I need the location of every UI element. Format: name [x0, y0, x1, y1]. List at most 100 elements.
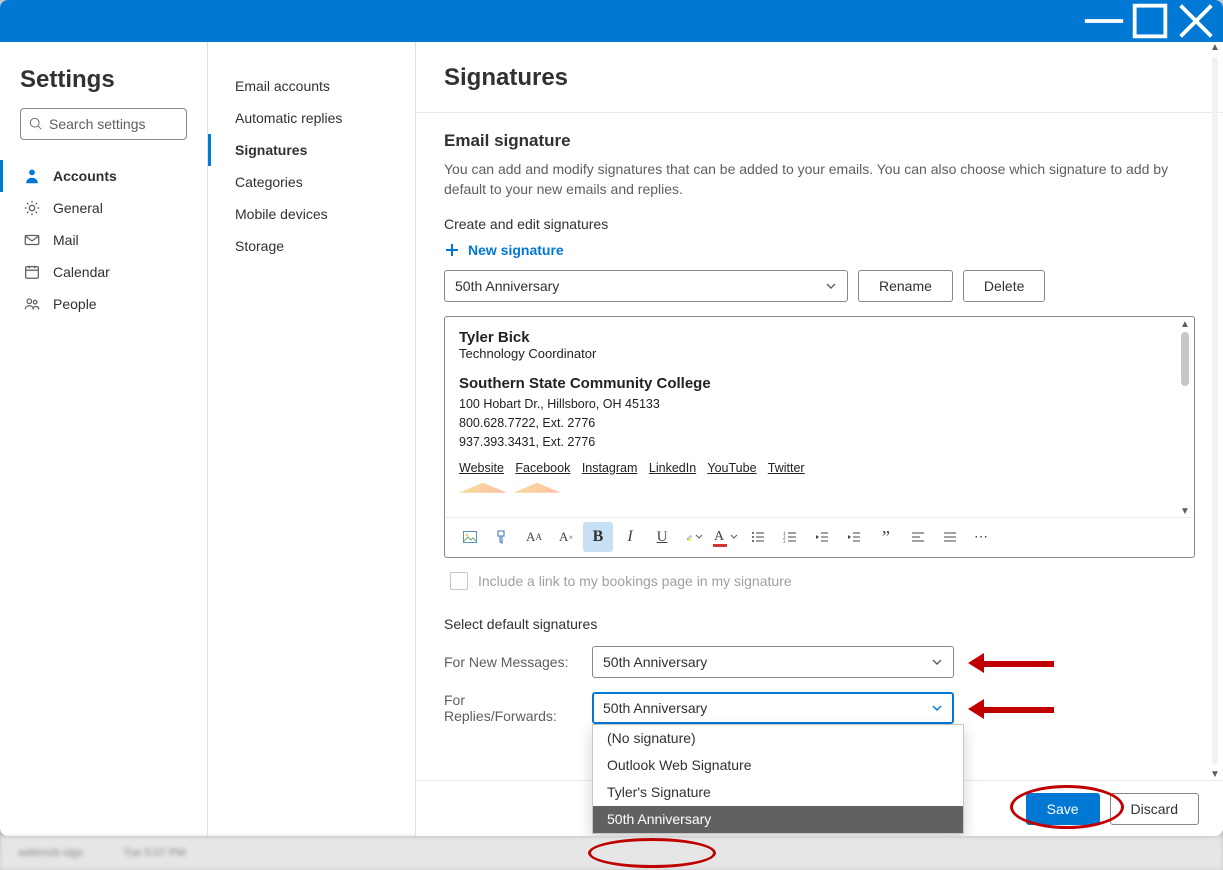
subnav-email-accounts[interactable]: Email accounts	[208, 70, 415, 102]
rename-button[interactable]: Rename	[858, 270, 953, 302]
checkbox-label: Include a link to my bookings page in my…	[478, 573, 792, 589]
sig-org: Southern State Community College	[459, 375, 1180, 392]
replies-dropdown-menu: (No signature) Outlook Web Signature Tyl…	[592, 724, 964, 834]
checkbox[interactable]	[450, 572, 468, 590]
nav-label: People	[53, 296, 97, 312]
align-justify-icon[interactable]	[935, 522, 965, 552]
replies-forwards-label: For Replies/Forwards:	[444, 692, 578, 724]
annotation-arrow	[968, 653, 1054, 671]
nav-label: General	[53, 200, 103, 216]
numbering-icon[interactable]: 123	[775, 522, 805, 552]
search-icon	[29, 117, 43, 131]
bullets-icon[interactable]	[743, 522, 773, 552]
format-toolbar: AA A× B I U A 123 ” ⋯	[445, 517, 1194, 557]
nav-general[interactable]: General	[0, 192, 207, 224]
people-icon	[23, 295, 41, 313]
svg-text:3: 3	[783, 540, 786, 545]
sig-link[interactable]: Website	[459, 461, 504, 475]
indent-icon[interactable]	[839, 522, 869, 552]
sig-name: Tyler Bick	[459, 329, 1180, 346]
signature-editor[interactable]: Tyler Bick Technology Coordinator Southe…	[444, 316, 1195, 558]
signature-body[interactable]: Tyler Bick Technology Coordinator Southe…	[445, 317, 1194, 517]
desktop-background: webmob-sigs Tue 5:07 PM	[0, 836, 1223, 870]
sig-link[interactable]: LinkedIn	[649, 461, 696, 475]
subnav-signatures[interactable]: Signatures	[208, 134, 415, 166]
bold-icon[interactable]: B	[583, 522, 613, 552]
chevron-down-icon	[825, 280, 837, 292]
settings-primary-nav: Settings Search settings Accounts Genera…	[0, 42, 208, 836]
new-messages-label: For New Messages:	[444, 654, 578, 670]
save-button[interactable]: Save	[1026, 793, 1100, 825]
sig-address: 100 Hobart Dr., Hillsboro, OH 45133	[459, 395, 1180, 414]
nav-label: Mail	[53, 232, 79, 248]
panel-scrollbar[interactable]: ▲▼	[1209, 42, 1221, 780]
more-icon[interactable]: ⋯	[967, 522, 997, 552]
align-left-icon[interactable]	[903, 522, 933, 552]
new-messages-select[interactable]: 50th Anniversary	[592, 646, 954, 678]
italic-icon[interactable]: I	[615, 522, 645, 552]
settings-title: Settings	[0, 66, 207, 108]
nav-mail[interactable]: Mail	[0, 224, 207, 256]
sig-phone: 800.628.7722, Ext. 2776	[459, 414, 1180, 433]
image-icon[interactable]	[455, 522, 485, 552]
dropdown-option[interactable]: (No signature)	[593, 725, 963, 752]
close-button[interactable]	[1173, 5, 1219, 37]
defaults-heading: Select default signatures	[444, 616, 1195, 632]
sig-images	[459, 483, 1180, 493]
outdent-icon[interactable]	[807, 522, 837, 552]
settings-window: Settings Search settings Accounts Genera…	[0, 0, 1223, 836]
nav-label: Calendar	[53, 264, 110, 280]
mail-icon	[23, 231, 41, 249]
highlight-icon[interactable]	[679, 522, 709, 552]
create-edit-label: Create and edit signatures	[444, 214, 1195, 242]
section-description: You can add and modify signatures that c…	[444, 159, 1195, 214]
quote-icon[interactable]: ”	[871, 522, 901, 552]
chevron-down-icon	[931, 656, 943, 668]
nav-label: Accounts	[53, 168, 117, 184]
dropdown-option-selected[interactable]: 50th Anniversary	[593, 806, 963, 833]
sig-links: Website Facebook Instagram LinkedIn YouT…	[459, 461, 1180, 475]
sig-link[interactable]: Twitter	[768, 461, 805, 475]
bookings-checkbox-row[interactable]: Include a link to my bookings page in my…	[444, 558, 1195, 590]
person-icon	[23, 167, 41, 185]
settings-sub-nav: Email accounts Automatic replies Signatu…	[208, 42, 416, 836]
search-settings-input[interactable]: Search settings	[20, 108, 187, 140]
sig-title: Technology Coordinator	[459, 346, 1180, 361]
subnav-storage[interactable]: Storage	[208, 230, 415, 262]
editor-scrollbar[interactable]: ▲▼	[1178, 319, 1192, 517]
nav-calendar[interactable]: Calendar	[0, 256, 207, 288]
annotation-arrow	[968, 699, 1054, 717]
subnav-categories[interactable]: Categories	[208, 166, 415, 198]
delete-button[interactable]: Delete	[963, 270, 1045, 302]
chevron-down-icon	[931, 702, 943, 714]
gear-icon	[23, 199, 41, 217]
calendar-icon	[23, 263, 41, 281]
new-signature-button[interactable]: New signature	[444, 242, 564, 270]
settings-main-panel: Signatures Email signature You can add a…	[416, 42, 1223, 836]
font-color-icon[interactable]: A	[711, 522, 741, 552]
sig-phone: 937.393.3431, Ext. 2776	[459, 433, 1180, 452]
maximize-button[interactable]	[1127, 5, 1173, 37]
page-title: Signatures	[416, 42, 1223, 112]
dropdown-option[interactable]: Tyler's Signature	[593, 779, 963, 806]
sig-link[interactable]: Facebook	[515, 461, 570, 475]
subnav-automatic-replies[interactable]: Automatic replies	[208, 102, 415, 134]
subnav-mobile-devices[interactable]: Mobile devices	[208, 198, 415, 230]
font-size-icon[interactable]: AA	[519, 522, 549, 552]
nav-accounts[interactable]: Accounts	[0, 160, 207, 192]
nav-people[interactable]: People	[0, 288, 207, 320]
search-placeholder: Search settings	[49, 116, 146, 132]
window-titlebar	[0, 0, 1223, 42]
discard-button[interactable]: Discard	[1110, 793, 1199, 825]
section-heading: Email signature	[444, 113, 1195, 159]
underline-icon[interactable]: U	[647, 522, 677, 552]
format-painter-icon[interactable]	[487, 522, 517, 552]
signature-select[interactable]: 50th Anniversary	[444, 270, 848, 302]
minimize-button[interactable]	[1081, 5, 1127, 37]
sig-link[interactable]: Instagram	[582, 461, 638, 475]
sig-link[interactable]: YouTube	[707, 461, 756, 475]
replies-forwards-select[interactable]: 50th Anniversary	[592, 692, 954, 724]
clear-format-icon[interactable]: A×	[551, 522, 581, 552]
plus-icon	[444, 242, 460, 258]
dropdown-option[interactable]: Outlook Web Signature	[593, 752, 963, 779]
